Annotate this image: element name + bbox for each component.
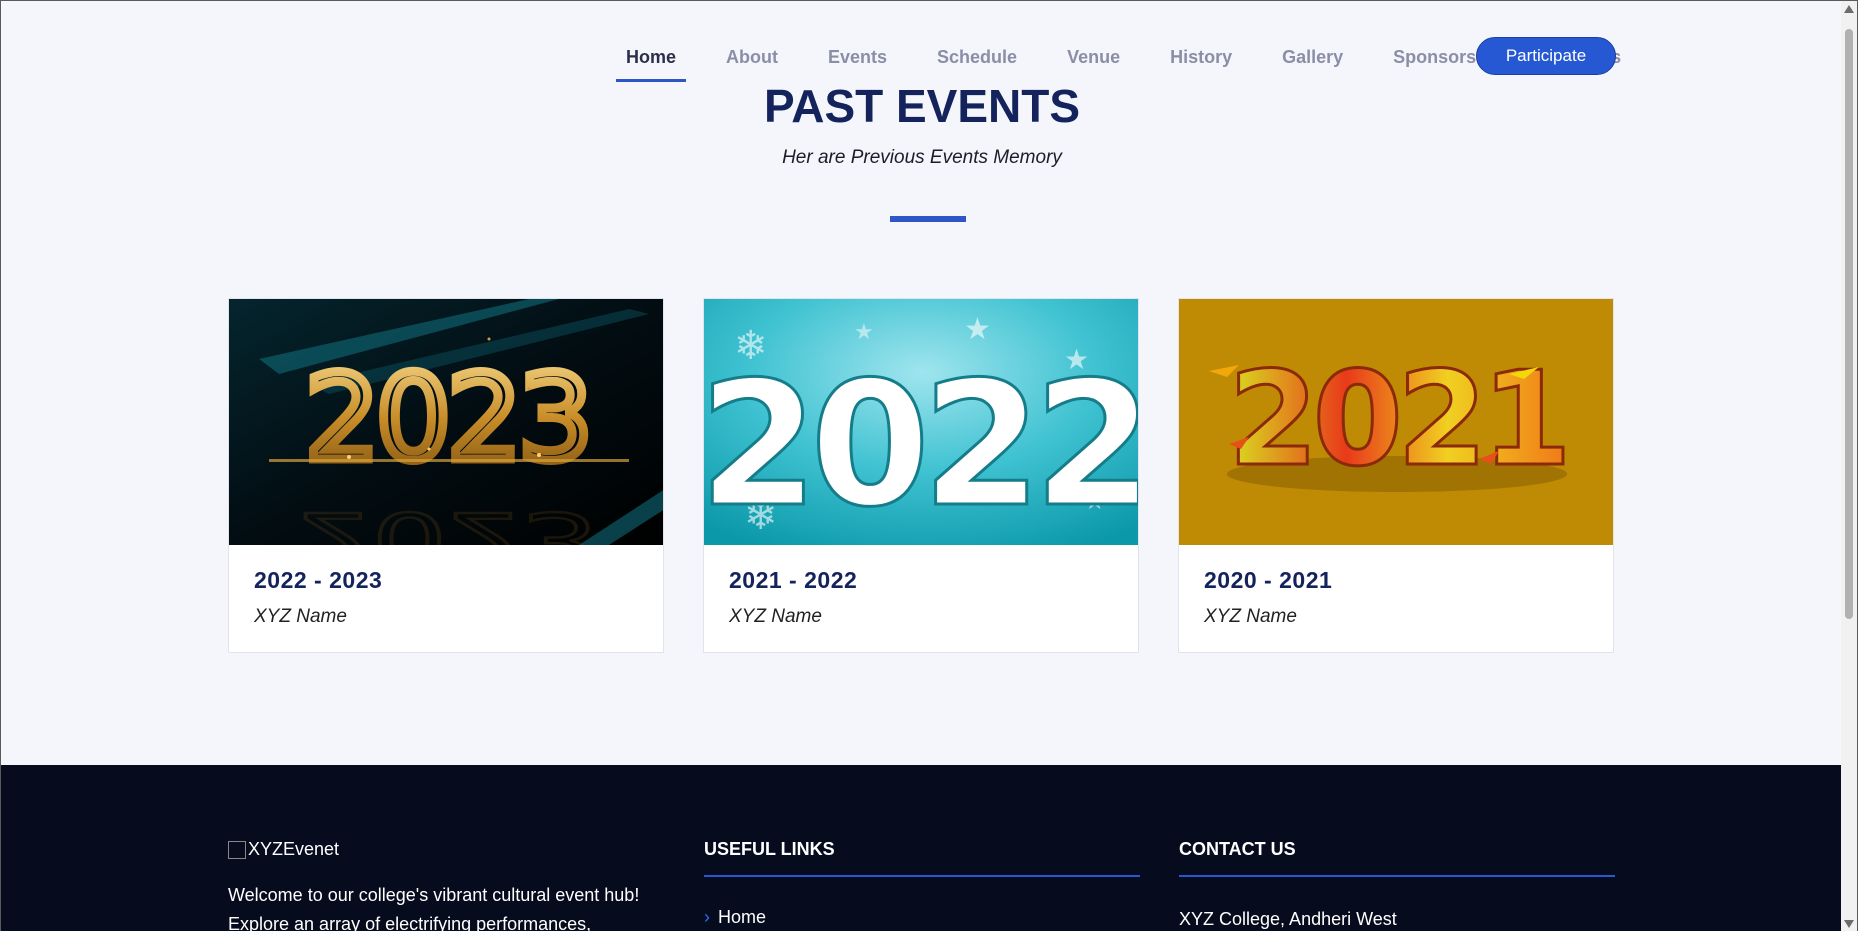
contact-address: XYZ College, Andheri West <box>1179 909 1397 929</box>
footer-link-label: Home <box>718 907 767 927</box>
broken-image-icon <box>228 840 246 859</box>
nav-home[interactable]: Home <box>616 37 687 82</box>
event-card-body: 2020 - 2021 XYZ Name <box>1179 545 1613 650</box>
event-card-title: 2020 - 2021 <box>1204 567 1333 593</box>
section-divider <box>890 216 966 222</box>
svg-text:2021: 2021 <box>1228 343 1566 495</box>
chevron-right-icon: › <box>704 907 710 927</box>
footer-description: Welcome to our college's vibrant cultura… <box>228 885 640 931</box>
event-image-2021: 2021 <box>1179 299 1613 545</box>
scroll-up-icon[interactable] <box>1844 5 1854 13</box>
event-card-body: 2022 - 2023 XYZ Name <box>229 545 663 650</box>
scroll-thumb[interactable] <box>1845 29 1853 619</box>
svg-text:2023: 2023 <box>305 349 589 487</box>
svg-text:2023: 2023 <box>297 496 597 545</box>
nav-venue[interactable]: Venue <box>1057 37 1130 82</box>
event-image-2022: ❄ ★ ❄ ★ ★ ★ 2022 <box>704 299 1138 545</box>
event-image-2023: 2023 2023 <box>229 299 663 545</box>
top-navigation: Home About Events Schedule Venue History… <box>1 1 1843 82</box>
footer: XYZEvenet Welcome to our college's vibra… <box>1 765 1843 931</box>
contact-underline <box>1179 875 1615 877</box>
event-card-name: XYZ Name <box>729 606 822 627</box>
participate-button[interactable]: Participate <box>1476 37 1616 75</box>
svg-text:2022: 2022 <box>704 344 1138 545</box>
useful-links-underline <box>704 875 1140 877</box>
footer-logo-alt: XYZEvenet <box>248 839 340 859</box>
useful-links-heading: USEFUL LINKS <box>704 839 835 859</box>
nav-schedule[interactable]: Schedule <box>927 37 1027 82</box>
event-card-title: 2021 - 2022 <box>729 567 858 593</box>
nav-sponsors[interactable]: Sponsors <box>1383 37 1486 82</box>
nav-about[interactable]: About <box>716 37 788 82</box>
event-card-2021[interactable]: 2021 2020 - 2021 XYZ Name <box>1178 298 1614 653</box>
event-card-name: XYZ Name <box>254 606 347 627</box>
page-scrollbar[interactable] <box>1841 1 1857 931</box>
event-card-name: XYZ Name <box>1204 606 1297 627</box>
contact-heading: CONTACT US <box>1179 839 1296 859</box>
event-card-2023[interactable]: 2023 2023 2022 - 2023 XYZ Name <box>228 298 664 653</box>
svg-text:★: ★ <box>854 320 874 345</box>
section-title: PAST EVENTS <box>763 80 1081 132</box>
footer-logo[interactable]: XYZEvenet <box>228 839 339 860</box>
section-subtitle: Her are Previous Events Memory <box>782 147 1062 168</box>
event-card-body: 2021 - 2022 XYZ Name <box>704 545 1138 650</box>
svg-text:★: ★ <box>964 312 991 347</box>
scroll-down-icon[interactable] <box>1844 920 1854 928</box>
event-card-2022[interactable]: ❄ ★ ❄ ★ ★ ★ 2022 2021 - 2022 XYZ Name <box>703 298 1139 653</box>
footer-link-home[interactable]: › Home <box>704 907 766 928</box>
nav-events[interactable]: Events <box>818 37 897 82</box>
event-card-title: 2022 - 2023 <box>254 567 383 593</box>
nav-history[interactable]: History <box>1160 37 1242 82</box>
nav-gallery[interactable]: Gallery <box>1272 37 1353 82</box>
